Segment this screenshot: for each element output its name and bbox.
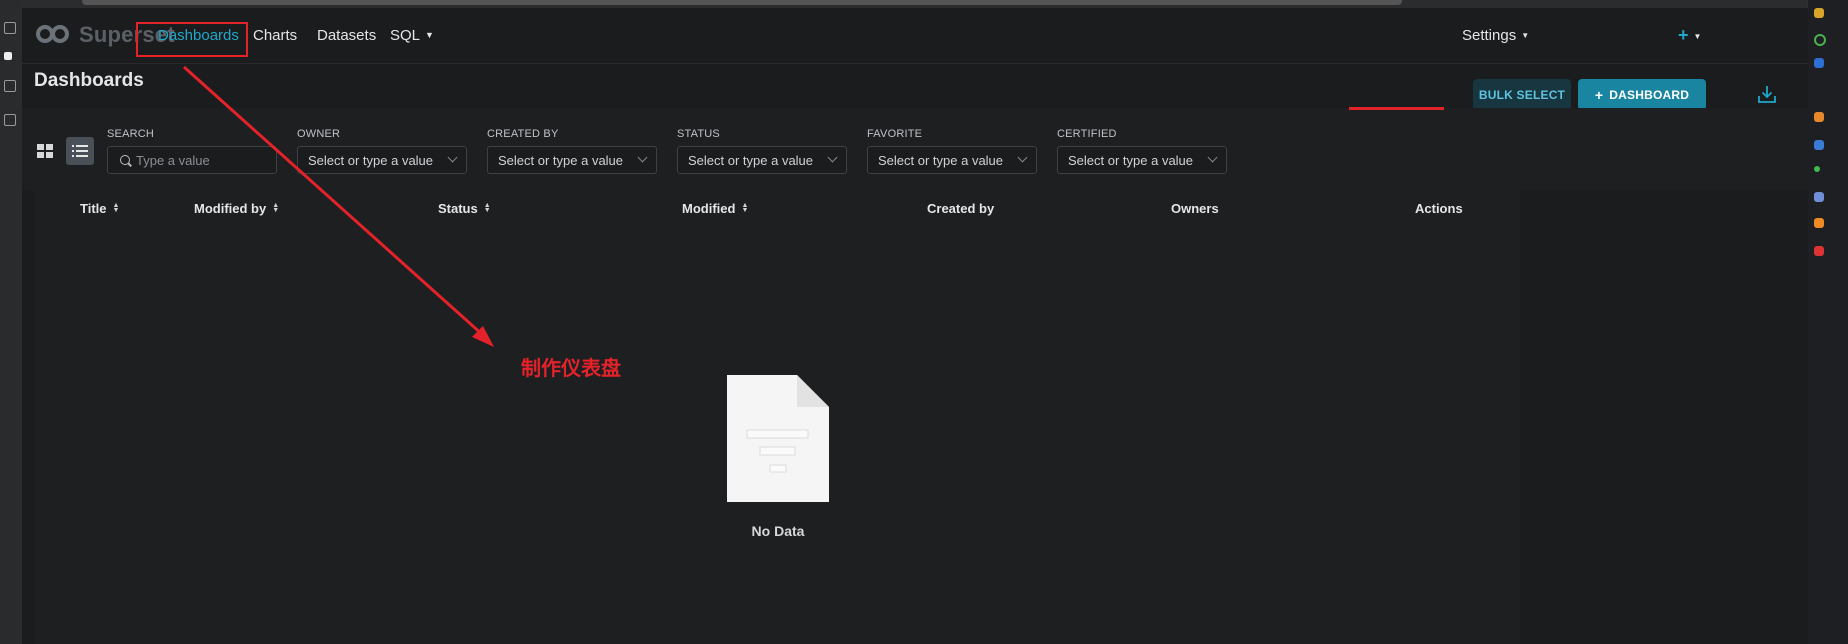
- annotation-text: 制作仪表盘: [521, 358, 621, 380]
- annotation-arrow: [182, 65, 494, 347]
